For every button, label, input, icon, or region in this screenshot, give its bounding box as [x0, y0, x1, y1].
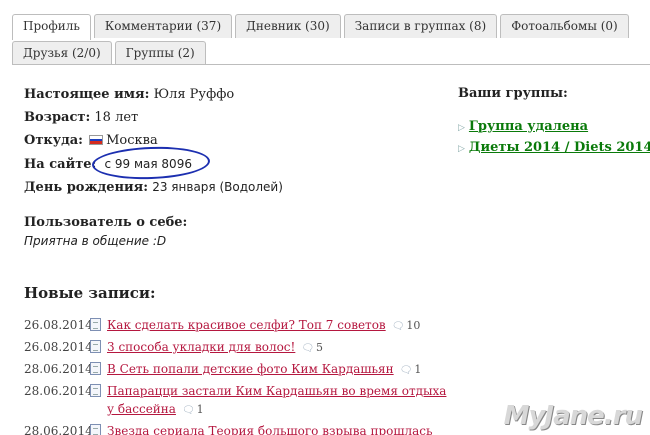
document-icon [90, 384, 101, 397]
tab-groups[interactable]: Группы (2) [114, 41, 206, 65]
comment-count-value: 1 [414, 363, 422, 376]
russia-flag-icon [89, 135, 104, 145]
post-date: 26.08.2014 [24, 340, 93, 354]
post-date: 28.06.2014 [24, 384, 93, 398]
comment-bubble-icon: 🗨 [399, 365, 413, 376]
tab-row-2: Друзья (2/0) Группы (2) [12, 41, 209, 65]
post-item: 26.08.2014 Как сделать красивое селфи? Т… [24, 316, 447, 336]
post-text: Папарацци застали Ким Кардашьян во время… [107, 382, 447, 420]
about-label: Пользователь о себе: [24, 215, 188, 230]
group-item: ▷ Диеты 2014 / Diets 2014 [458, 139, 650, 160]
real-name-label: Настоящее имя: [24, 87, 150, 102]
document-icon [90, 424, 101, 435]
age-row: Возраст: 18 лет [24, 109, 283, 132]
tab-profile[interactable]: Профиль [12, 14, 91, 40]
comment-count-value: 1 [196, 403, 204, 416]
post-item: 28.06.2014 Папарацци застали Ким Кардашь… [24, 382, 447, 420]
birthday-value: 23 января (Водолей) [152, 180, 283, 194]
bullet-arrow-icon: ▷ [458, 144, 465, 154]
comment-count: 🗨 1 [400, 363, 422, 376]
tab-divider [12, 64, 650, 65]
post-text: 3 способа укладки для волос! 🗨 5 [107, 338, 323, 358]
bullet-arrow-icon: ▷ [458, 123, 465, 133]
post-link[interactable]: В Сеть попали детские фото Ким Кардашьян [107, 362, 394, 376]
on-site-value-circled: с 99 мая 8096 [91, 144, 212, 182]
profile-info: Настоящее имя: Юля Руффо Возраст: 18 лет… [24, 86, 283, 201]
group-link[interactable]: Диеты 2014 / Diets 2014 [469, 140, 650, 155]
group-item: ▷ Группа удалена [458, 118, 650, 139]
post-link[interactable]: Папарацци застали Ким Кардашьян во время… [107, 384, 446, 416]
post-item: 28.06.2014 Звезда сериала Теория большог… [24, 422, 447, 435]
tab-comments[interactable]: Комментарии (37) [93, 14, 233, 38]
post-link[interactable]: Как сделать красивое селфи? Топ 7 совето… [107, 318, 386, 332]
document-icon [90, 362, 101, 375]
post-text: Звезда сериала Теория большого взрыва пр… [107, 422, 433, 435]
your-groups: Ваши группы: ▷ Группа удалена ▷ Диеты 2014… [458, 86, 650, 160]
real-name-value: Юля Руффо [153, 87, 235, 102]
age-label: Возраст: [24, 110, 91, 125]
comment-bubble-icon: 🗨 [181, 405, 195, 416]
tab-friends[interactable]: Друзья (2/0) [12, 41, 112, 65]
from-label: Откуда: [24, 133, 83, 148]
on-site-label: На сайте: [24, 157, 97, 172]
your-groups-title: Ваши группы: [458, 86, 568, 101]
site-watermark: MyJane.ru [503, 401, 643, 431]
about-section: Пользователь о себе: Приятна в общение :… [24, 214, 187, 250]
age-value: 18 лет [94, 110, 139, 125]
post-text: Как сделать красивое селфи? Топ 7 совето… [107, 316, 420, 336]
post-item: 28.06.2014 В Сеть попали детские фото Ки… [24, 360, 447, 380]
post-date: 28.06.2014 [24, 424, 93, 435]
tab-row-1: Профиль Комментарии (37) Дневник (30) За… [12, 14, 632, 40]
post-link[interactable]: 3 способа укладки для волос! [107, 340, 295, 354]
birthday-row: День рождения: 23 января (Водолей) [24, 178, 283, 201]
real-name-row: Настоящее имя: Юля Руффо [24, 86, 283, 109]
group-link[interactable]: Группа удалена [469, 119, 588, 134]
post-text: В Сеть попали детские фото Ким Кардашьян… [107, 360, 421, 380]
post-item: 26.08.2014 3 способа укладки для волос! 🗨… [24, 338, 447, 358]
comment-count: 🗨 5 [301, 341, 323, 354]
birthday-label: День рождения: [24, 180, 149, 195]
tab-group-posts[interactable]: Записи в группах (8) [343, 14, 498, 38]
tab-diary[interactable]: Дневник (30) [235, 14, 341, 38]
tab-photo-albums[interactable]: Фотоальбомы (0) [500, 14, 629, 38]
document-icon [90, 318, 101, 331]
profile-tabs: Профиль Комментарии (37) Дневник (30) За… [0, 0, 650, 66]
post-link[interactable]: Звезда сериала Теория большого взрыва пр… [107, 424, 433, 435]
comment-count: 🗨 1 [182, 403, 204, 416]
comment-count-value: 5 [316, 341, 324, 354]
document-icon [90, 340, 101, 353]
comment-count-value: 10 [406, 319, 421, 332]
comment-count: 🗨 10 [392, 319, 421, 332]
comment-bubble-icon: 🗨 [301, 343, 315, 354]
about-text: Приятна в общение :D [24, 234, 167, 248]
from-value: Москва [106, 133, 158, 148]
comment-bubble-icon: 🗨 [391, 321, 405, 332]
new-posts-list: 26.08.2014 Как сделать красивое селфи? Т… [24, 316, 447, 435]
post-date: 28.06.2014 [24, 362, 93, 376]
on-site-row: На сайте: с 99 мая 8096 [24, 144, 283, 182]
new-posts-title: Новые записи: [24, 284, 156, 302]
post-date: 26.08.2014 [24, 318, 93, 332]
